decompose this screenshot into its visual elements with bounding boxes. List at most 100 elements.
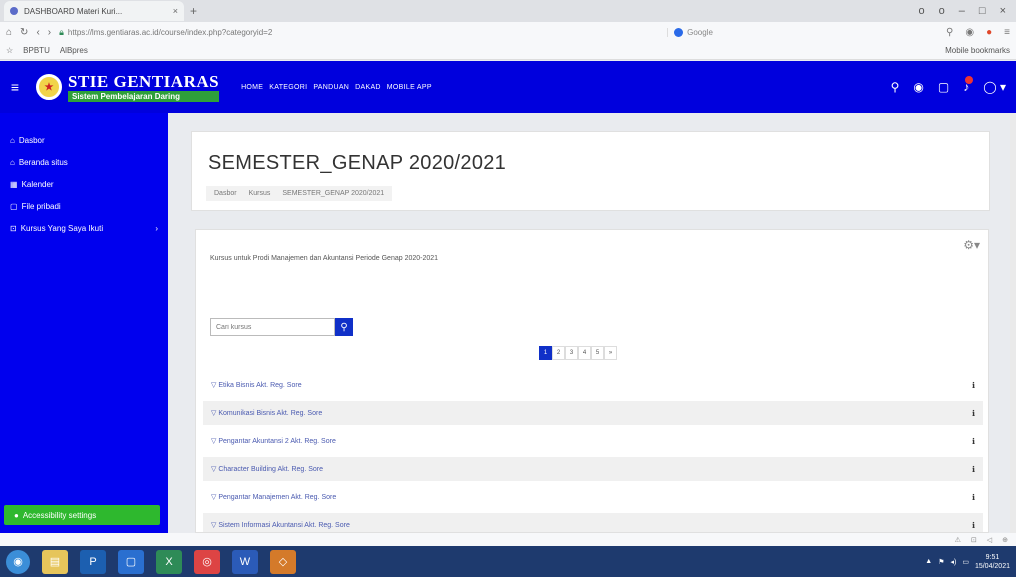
browser-tab[interactable]: DASHBOARD Materi Kuri... × xyxy=(4,1,184,21)
gear-icon[interactable]: ⚙▾ xyxy=(963,238,980,252)
window-control-icon[interactable]: o xyxy=(939,5,945,17)
nav-link-mobile-app[interactable]: MOBILE APP xyxy=(387,84,432,91)
course-name[interactable]: Character Building Akt. Reg. Sore xyxy=(218,466,323,473)
sidebar-item-dasbor[interactable]: ⌂ Dasbor xyxy=(0,129,168,151)
course-name[interactable]: Pengantar Akuntansi 2 Akt. Reg. Sore xyxy=(218,438,336,445)
page-link[interactable]: 2 xyxy=(552,346,565,360)
minimize-icon[interactable]: – xyxy=(959,5,965,17)
course-name[interactable]: Pengantar Manajemen Akt. Reg. Sore xyxy=(218,494,336,501)
sidebar-item-label: Kursus Yang Saya Ikuti xyxy=(20,223,104,233)
list-item[interactable]: ▽ Pengantar Manajemen Akt. Reg. Sore ℹ xyxy=(203,485,983,509)
nav-link-home[interactable]: HOME xyxy=(241,84,263,91)
accessibility-icon: ● xyxy=(14,510,19,520)
bookmark-item[interactable]: AlBpres xyxy=(60,46,88,55)
nav-link-dakad[interactable]: DAKAD xyxy=(355,84,381,91)
logo-subtitle: Sistem Pembelajaran Daring xyxy=(68,90,220,102)
maximize-icon[interactable]: □ xyxy=(979,5,986,17)
sidebar-item-kursus[interactable]: ⊡ Kursus Yang Saya Ikuti › xyxy=(0,217,168,239)
list-item[interactable]: ▽ Character Building Akt. Reg. Sore ℹ xyxy=(203,457,983,481)
page-scrollbar[interactable] xyxy=(1010,113,1016,533)
info-icon[interactable]: ℹ xyxy=(972,381,975,390)
list-item[interactable]: ▽ Sistem Informasi Akuntansi Akt. Reg. S… xyxy=(203,513,983,532)
taskbar-app-publisher[interactable]: P xyxy=(80,549,106,574)
list-item[interactable]: ▽ Komunikasi Bisnis Akt. Reg. Sore ℹ xyxy=(203,401,983,425)
info-icon[interactable]: ℹ xyxy=(972,465,975,474)
home-icon[interactable]: ⌂ xyxy=(6,27,12,38)
course-icon: ▽ xyxy=(211,522,219,529)
window-control-icon[interactable]: o xyxy=(919,5,925,17)
course-category-card: ⚙▾ Kursus untuk Prodi Manajemen dan Akun… xyxy=(195,229,989,533)
search-engine-icon xyxy=(674,27,684,37)
list-item[interactable]: ▽ Pengantar Akuntansi 2 Akt. Reg. Sore ℹ xyxy=(203,429,983,453)
breadcrumb-item[interactable]: Kursus xyxy=(249,190,271,197)
language-icon[interactable]: ◉ xyxy=(913,80,923,94)
tab-favicon-icon xyxy=(10,7,18,15)
notification-icon[interactable]: ♪ xyxy=(963,76,974,94)
extension-icon[interactable]: ◉ xyxy=(965,27,974,38)
mobile-bookmarks[interactable]: Mobile bookmarks xyxy=(945,46,1010,55)
list-item[interactable]: ▽ Etika Bisnis Akt. Reg. Sore ℹ xyxy=(203,373,983,397)
page-link[interactable]: 5 xyxy=(591,346,604,360)
info-icon[interactable]: ℹ xyxy=(972,493,975,502)
info-icon[interactable]: ℹ xyxy=(972,437,975,446)
browser-search-box[interactable]: Google xyxy=(667,27,787,37)
network-icon[interactable]: ▭ xyxy=(962,558,969,566)
category-summary: Kursus untuk Prodi Manajemen dan Akuntan… xyxy=(210,255,439,262)
page-link[interactable]: 1 xyxy=(539,346,552,360)
reload-icon[interactable]: ↻ xyxy=(20,27,28,38)
site-logo[interactable]: ★ STIE GENTIARAS Sistem Pembelajaran Dar… xyxy=(36,73,220,102)
search-button[interactable]: ⚲ xyxy=(335,318,353,336)
bookmark-item[interactable]: BPBTU xyxy=(23,46,50,55)
close-icon[interactable]: × xyxy=(1000,5,1006,17)
profile-icon[interactable]: ● xyxy=(986,27,992,38)
accessibility-settings-button[interactable]: ● Accessibility settings xyxy=(4,505,160,525)
taskbar-app-explorer[interactable]: ▤ xyxy=(42,549,68,574)
tray-arrow-icon[interactable]: ▲ xyxy=(925,558,932,565)
page-link[interactable]: 3 xyxy=(565,346,578,360)
search-icon[interactable]: ⚲ xyxy=(946,27,953,38)
course-name[interactable]: Sistem Informasi Akuntansi Akt. Reg. Sor… xyxy=(218,522,350,529)
taskbar-app-excel[interactable]: X xyxy=(156,549,182,574)
hamburger-menu-icon[interactable]: ≡ xyxy=(0,79,30,95)
nav-links: HOME KATEGORI PANDUAN DAKAD MOBILE APP xyxy=(241,84,432,91)
volume-icon[interactable]: ◂) xyxy=(950,558,956,566)
nav-link-panduan[interactable]: PANDUAN xyxy=(313,84,349,91)
file-icon: ▢ xyxy=(10,201,18,211)
course-name[interactable]: Etika Bisnis Akt. Reg. Sore xyxy=(218,382,301,389)
info-icon[interactable]: ℹ xyxy=(972,521,975,530)
course-icon: ▽ xyxy=(211,410,219,417)
search-icon[interactable]: ⚲ xyxy=(891,80,900,94)
home-icon: ⌂ xyxy=(10,157,15,167)
navbar-icons: ⚲ ◉ ▢ ♪ ◯ ▾ xyxy=(891,76,1016,94)
menu-icon[interactable]: ≡ xyxy=(1004,27,1010,38)
taskbar-app-window[interactable]: ▢ xyxy=(118,549,144,574)
sidebar-item-file-pribadi[interactable]: ▢ File pribadi xyxy=(0,195,168,217)
taskbar-app-word[interactable]: W xyxy=(232,549,258,574)
search-input[interactable] xyxy=(210,318,335,336)
taskbar-app-chrome[interactable]: ◎ xyxy=(194,549,220,574)
taskbar-clock[interactable]: 9:51 15/04/2021 xyxy=(975,553,1010,571)
new-tab-button[interactable]: + xyxy=(190,4,197,18)
sidebar-item-beranda[interactable]: ⌂ Beranda situs xyxy=(0,151,168,173)
sidebar-item-label: Beranda situs xyxy=(18,157,68,167)
breadcrumb-item[interactable]: Dasbor xyxy=(214,190,237,197)
info-icon[interactable]: ℹ xyxy=(972,409,975,418)
breadcrumb-item[interactable]: SEMESTER_GENAP 2020/2021 xyxy=(282,190,384,197)
back-icon[interactable]: ‹ xyxy=(36,27,39,38)
nav-link-kategori[interactable]: KATEGORI xyxy=(269,84,307,91)
avatar[interactable]: ◯ ▾ xyxy=(983,80,1006,94)
next-page-link[interactable]: » xyxy=(604,346,617,360)
tab-close-icon[interactable]: × xyxy=(173,6,178,16)
url-field[interactable]: 🔒︎ https://lms.gentiaras.ac.id/course/in… xyxy=(59,27,659,38)
star-icon[interactable]: ☆ xyxy=(6,46,13,55)
taskbar-app-paint[interactable]: ◇ xyxy=(270,549,296,574)
start-button[interactable]: ◉ xyxy=(6,549,30,574)
sidebar-item-kalender[interactable]: ▦ Kalender xyxy=(0,173,168,195)
os-taskbar: ◉ ▤ P ▢ X ◎ W ◇ ▲ ⚑ ◂) ▭ 9:51 15/04/2021 xyxy=(0,546,1016,577)
forward-icon[interactable]: › xyxy=(48,27,51,38)
flag-icon[interactable]: ⚑ xyxy=(938,558,944,566)
page-link[interactable]: 4 xyxy=(578,346,591,360)
notification-badge xyxy=(965,76,974,84)
messages-icon[interactable]: ▢ xyxy=(938,80,949,94)
course-name[interactable]: Komunikasi Bisnis Akt. Reg. Sore xyxy=(218,410,322,417)
